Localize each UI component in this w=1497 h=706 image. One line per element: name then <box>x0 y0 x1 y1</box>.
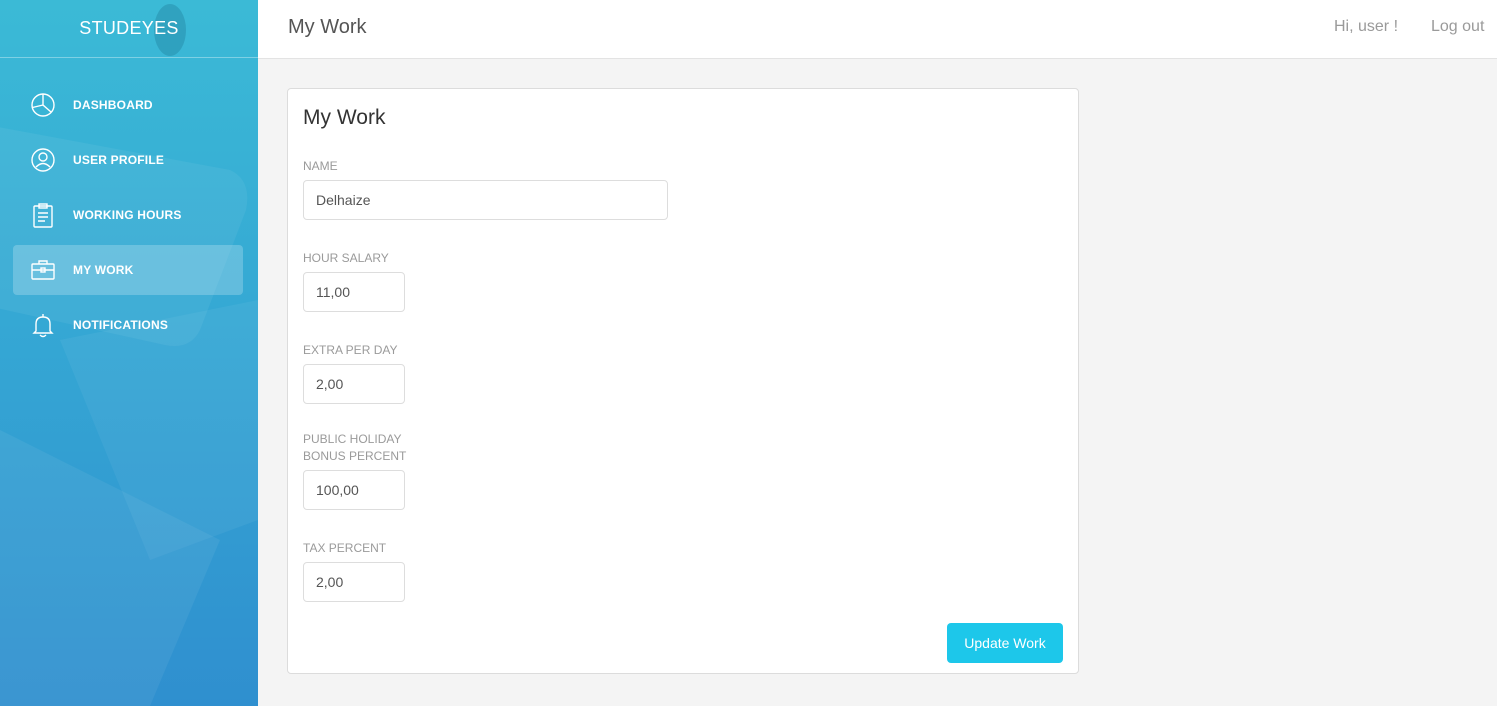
holiday-bonus-input[interactable] <box>303 470 405 510</box>
holiday-bonus-label-line1: PUBLIC HOLIDAY <box>303 432 402 446</box>
hour-salary-label: HOUR SALARY <box>303 251 389 265</box>
pie-chart-icon <box>30 92 56 118</box>
brand-logo[interactable]: STUDEYES <box>0 0 258 58</box>
card-title: My Work <box>303 106 386 129</box>
my-work-card: My Work NAME HOUR SALARY EXTRA PER DAY P… <box>287 88 1079 674</box>
holiday-bonus-label-line2: BONUS PERCENT <box>303 449 407 463</box>
sidebar-item-user-profile[interactable]: USER PROFILE <box>13 135 243 185</box>
user-greeting[interactable]: Hi, user ! <box>1334 18 1398 36</box>
sidebar-item-working-hours[interactable]: WORKING HOURS <box>13 190 243 240</box>
sidebar-item-label: USER PROFILE <box>73 153 165 167</box>
hour-salary-input[interactable] <box>303 272 405 312</box>
tax-percent-label: TAX PERCENT <box>303 541 387 555</box>
user-icon <box>30 147 56 173</box>
update-work-button[interactable]: Update Work <box>947 623 1063 663</box>
sidebar-item-dashboard[interactable]: DASHBOARD <box>13 80 243 130</box>
sidebar-item-label: WORKING HOURS <box>73 208 182 222</box>
sidebar-item-label: DASHBOARD <box>73 98 153 112</box>
name-label: NAME <box>303 159 338 173</box>
sidebar-item-my-work[interactable]: MY WORK <box>13 245 243 295</box>
extra-per-day-input[interactable] <box>303 364 405 404</box>
tax-percent-input[interactable] <box>303 562 405 602</box>
name-input[interactable] <box>303 180 668 220</box>
sidebar: STUDEYES DASHBOARD USER PROFILE WORKING … <box>0 0 258 706</box>
sidebar-item-label: NOTIFICATIONS <box>73 318 169 332</box>
extra-per-day-label: EXTRA PER DAY <box>303 343 398 357</box>
sidebar-nav: DASHBOARD USER PROFILE WORKING HOURS MY … <box>0 58 258 350</box>
clipboard-icon <box>30 202 56 228</box>
sidebar-item-notifications[interactable]: NOTIFICATIONS <box>13 300 243 350</box>
bell-icon <box>30 312 56 338</box>
page-title: My Work <box>288 16 367 38</box>
sidebar-item-label: MY WORK <box>73 263 134 277</box>
logout-link[interactable]: Log out <box>1431 18 1484 36</box>
briefcase-icon <box>30 257 56 283</box>
top-navbar: My Work Hi, user ! Log out <box>258 0 1497 59</box>
